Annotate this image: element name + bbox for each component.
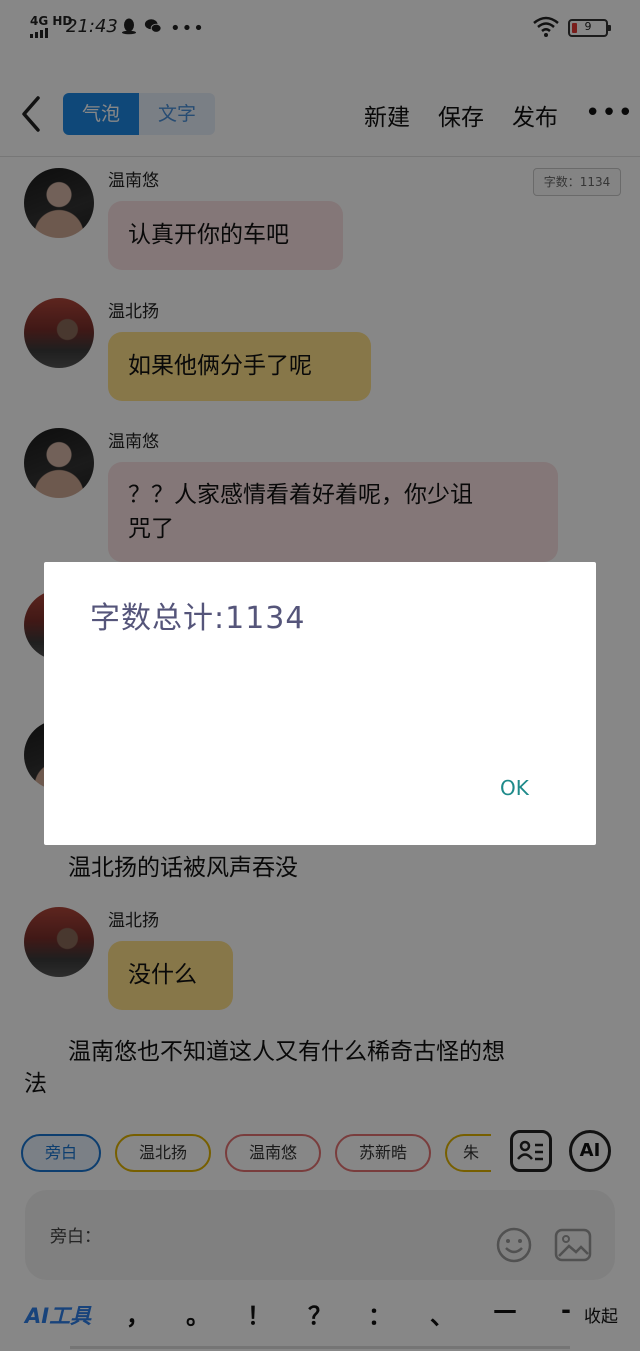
ok-button[interactable]: OK [500, 776, 529, 800]
dialog-message: 字数总计:1134 [90, 601, 306, 636]
